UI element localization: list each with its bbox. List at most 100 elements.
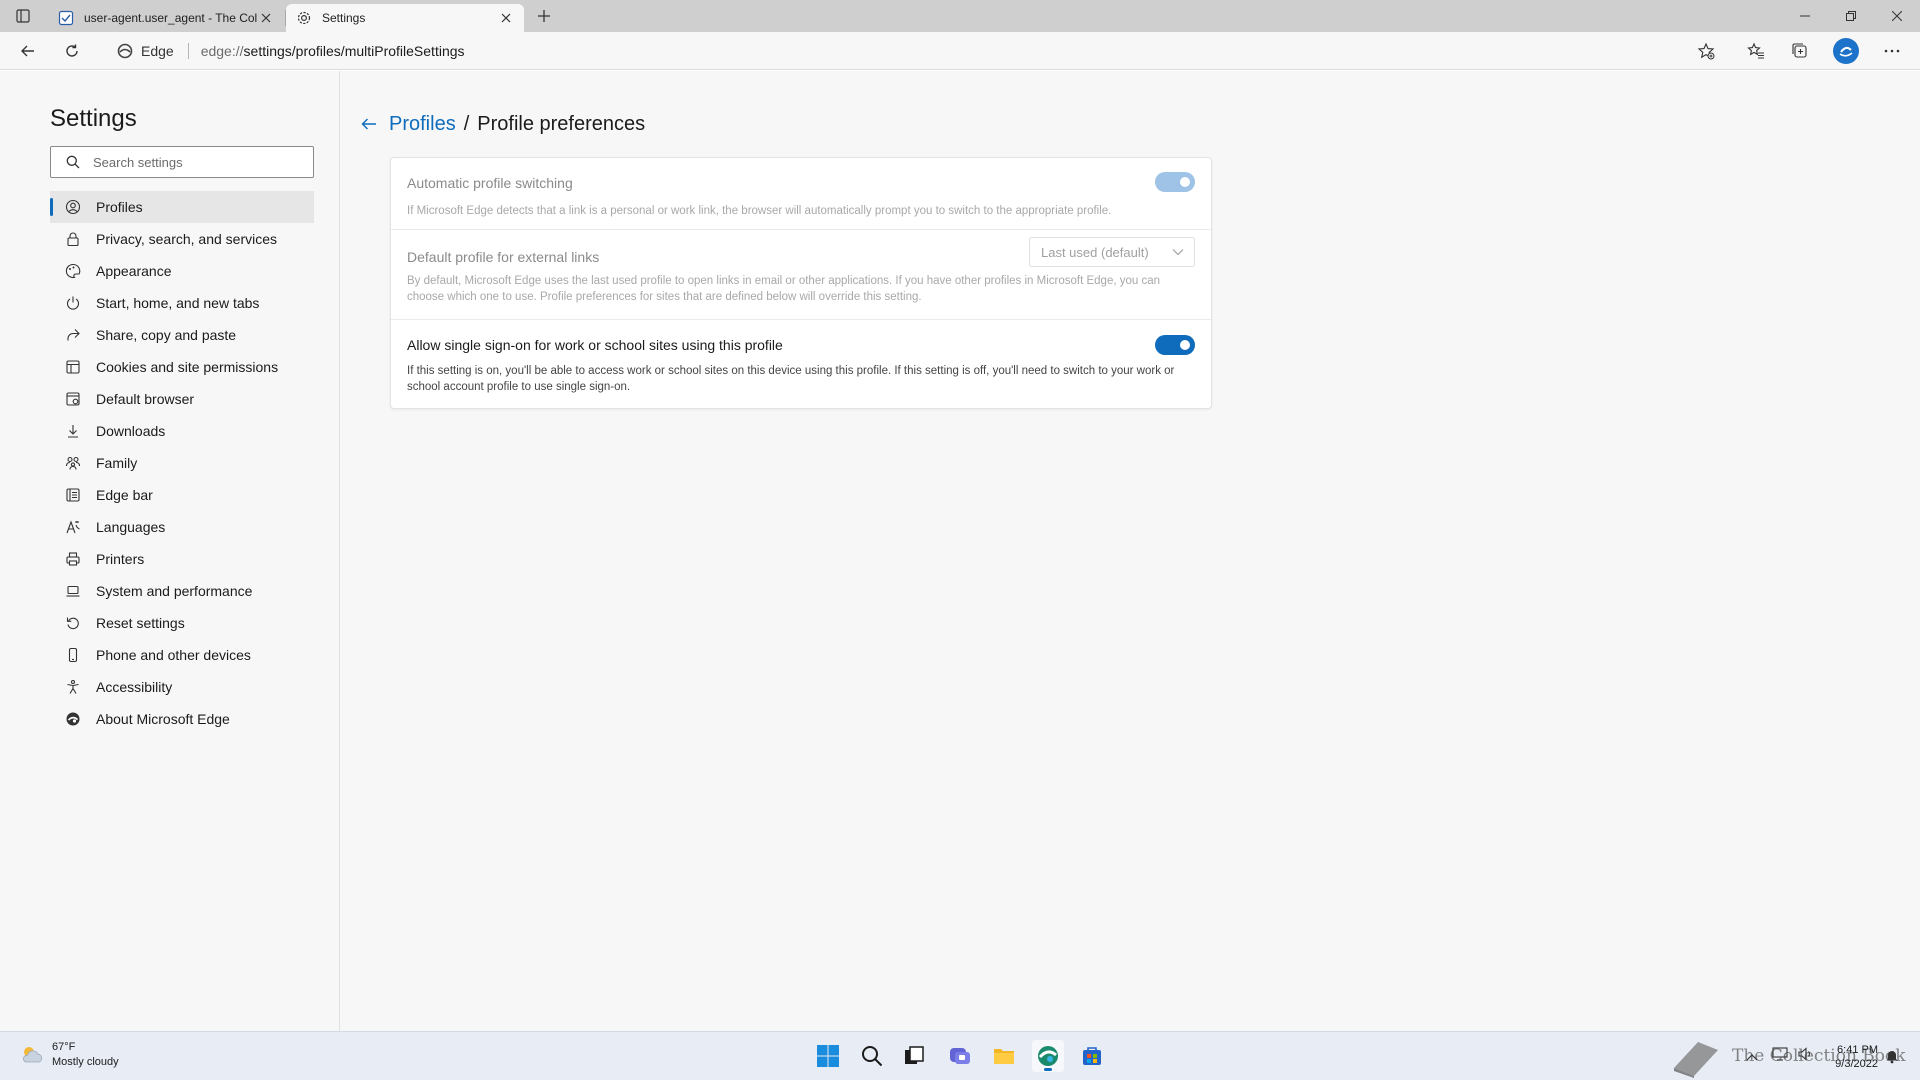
power-icon [64, 294, 82, 312]
restore-button[interactable] [1828, 0, 1874, 32]
sidebar-item-label: Phone and other devices [96, 647, 251, 663]
sidebar-item-accessibility[interactable]: Accessibility [50, 671, 314, 703]
page-title: Profile preferences [477, 112, 646, 135]
url-path: settings/profiles/multiProfileSettings [243, 43, 465, 59]
back-button[interactable] [14, 37, 42, 65]
new-tab-button[interactable] [532, 6, 556, 26]
sidebar-item-label: Printers [96, 551, 145, 567]
sidebar-item-default-browser[interactable]: Default browser [50, 383, 314, 415]
file-explorer-icon[interactable] [988, 1040, 1020, 1072]
chevron-up-icon[interactable] [1746, 1048, 1758, 1066]
sidebar-item-label: Profiles [96, 199, 143, 215]
sidebar-item-cookies[interactable]: Cookies and site permissions [50, 351, 314, 383]
profile-avatar[interactable] [1833, 38, 1859, 64]
sidebar-item-label: Edge bar [96, 487, 153, 503]
sidebar-item-label: Downloads [96, 423, 166, 439]
tab-title: user-agent.user_agent - The Coll [84, 11, 258, 25]
sidebar-item-label: Default browser [96, 391, 195, 407]
sidebar-item-printers[interactable]: Printers [50, 543, 314, 575]
more-icon[interactable] [1878, 37, 1906, 65]
breadcrumb: Profiles / Profile preferences [359, 111, 645, 137]
profile-icon [64, 198, 82, 216]
sidebar-item-downloads[interactable]: Downloads [50, 415, 314, 447]
sidebar-item-profiles[interactable]: Profiles [50, 191, 314, 223]
network-icon[interactable] [1772, 1047, 1788, 1066]
search-box[interactable] [50, 146, 314, 178]
sidebar-item-phone[interactable]: Phone and other devices [50, 639, 314, 671]
sidebar-item-label: Share, copy and paste [96, 327, 237, 343]
sidebar-item-privacy[interactable]: Privacy, search, and services [50, 223, 314, 255]
clock-time: 6:41 PM [1837, 1044, 1878, 1056]
edge-logo-icon [64, 710, 82, 728]
gear-icon [296, 10, 312, 26]
browser-icon [64, 390, 82, 408]
sidebar-item-reset[interactable]: Reset settings [50, 607, 314, 639]
sidebar-item-label: Languages [96, 519, 166, 535]
sidebar-item-label: Start, home, and new tabs [96, 295, 260, 311]
sidebar-item-share-copy[interactable]: Share, copy and paste [50, 319, 314, 351]
automatic-switching-toggle[interactable] [1155, 172, 1195, 192]
tab-strip: user-agent.user_agent - The Coll Setting… [0, 0, 1920, 32]
clock-date: 9/3/2022 [1835, 1058, 1878, 1070]
breadcrumb-profiles-link[interactable]: Profiles [389, 113, 456, 136]
settings-main: Profiles / Profile preferences Automatic… [341, 71, 1920, 1031]
lock-icon [64, 230, 82, 248]
sidebar-item-appearance[interactable]: Appearance [50, 255, 314, 287]
sidebar-item-languages[interactable]: Languages [50, 511, 314, 543]
settings-nav: Profiles Privacy, search, and services A… [50, 191, 314, 735]
weather-widget[interactable]: 67°F Mostly cloudy [18, 1040, 119, 1070]
cookies-icon [64, 358, 82, 376]
edge-taskbar-icon[interactable] [1032, 1040, 1064, 1072]
single-sign-on-toggle[interactable] [1155, 335, 1195, 355]
search-icon[interactable] [856, 1040, 888, 1072]
sidebar-item-edge-bar[interactable]: Edge bar [50, 479, 314, 511]
family-icon [64, 454, 82, 472]
task-view-icon[interactable] [898, 1040, 930, 1072]
tab-actions-icon[interactable] [12, 6, 34, 26]
taskbar-clock[interactable]: 6:41 PM 9/3/2022 [1822, 1043, 1878, 1071]
laptop-icon [64, 582, 82, 600]
search-input[interactable] [93, 154, 303, 170]
store-icon[interactable] [1076, 1040, 1108, 1072]
chat-icon[interactable] [944, 1040, 976, 1072]
book-watermark-icon [1674, 1042, 1718, 1078]
setting-title: Allow single sign-on for work or school … [407, 337, 783, 353]
address-bar[interactable]: Edge edge://settings/profiles/multiProfi… [108, 36, 1728, 66]
volume-icon[interactable] [1798, 1047, 1814, 1066]
tab-settings[interactable]: Settings [286, 4, 524, 32]
start-button[interactable] [812, 1040, 844, 1072]
sidebar-item-label: Reset settings [96, 615, 185, 631]
tab-user-agent[interactable]: user-agent.user_agent - The Coll [48, 4, 284, 32]
sidebar-item-label: System and performance [96, 583, 253, 599]
sidebar-item-start-home[interactable]: Start, home, and new tabs [50, 287, 314, 319]
back-arrow-icon[interactable] [359, 114, 379, 134]
collections-icon[interactable] [1786, 37, 1814, 65]
site-identity: Edge [141, 43, 174, 59]
download-icon [64, 422, 82, 440]
system-tray [1746, 1032, 1822, 1080]
sidebar-item-about[interactable]: About Microsoft Edge [50, 703, 314, 735]
tab-title: Settings [322, 11, 366, 25]
default-profile-dropdown[interactable]: Last used (default) [1029, 237, 1195, 267]
minimize-button[interactable] [1782, 0, 1828, 32]
settings-page: Settings Profiles Privacy, search, and s… [0, 71, 1920, 1031]
dropdown-value: Last used (default) [1041, 244, 1149, 260]
sidebar-item-label: Cookies and site permissions [96, 359, 279, 375]
setting-title: Automatic profile switching [407, 175, 573, 191]
sidebar-item-label: Accessibility [96, 679, 173, 695]
notification-icon[interactable] [1884, 1048, 1900, 1069]
breadcrumb-separator: / [463, 112, 470, 135]
close-window-button[interactable] [1874, 0, 1920, 32]
omnibox-divider [187, 43, 189, 59]
refresh-button[interactable] [58, 37, 86, 65]
close-icon[interactable] [258, 10, 274, 26]
add-favorite-icon[interactable] [1692, 37, 1720, 65]
sidebar-item-system[interactable]: System and performance [50, 575, 314, 607]
chevron-down-icon [1172, 246, 1184, 258]
sidebar-item-family[interactable]: Family [50, 447, 314, 479]
printer-icon [64, 550, 82, 568]
languages-icon [64, 518, 82, 536]
cloudy-weather-icon [23, 1047, 43, 1063]
close-icon[interactable] [498, 10, 514, 26]
favorites-icon[interactable] [1742, 37, 1770, 65]
